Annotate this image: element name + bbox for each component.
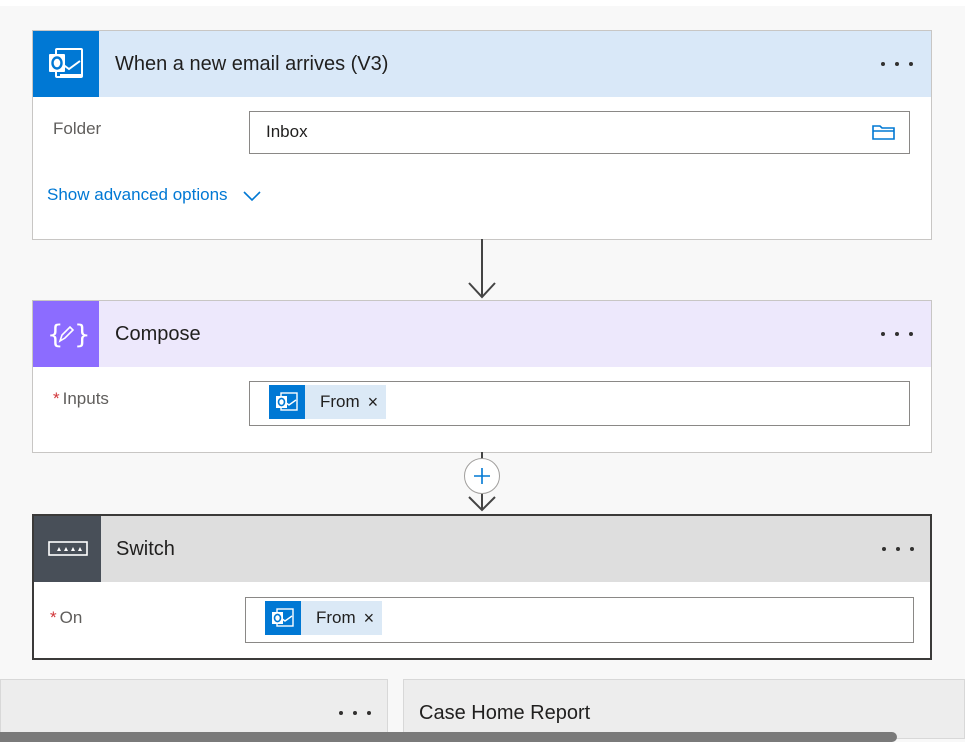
inputs-field[interactable]: From × [249,381,910,426]
outlook-icon [33,31,99,97]
required-marker: * [53,389,60,408]
switch-card: Switch * On From × [32,514,932,660]
outlook-token-icon [269,385,305,419]
from-token-label: From [316,608,356,627]
compose-card-title: Compose [115,323,201,345]
compose-card: { } Compose *Inputs From × [32,300,932,453]
compose-more-options-button[interactable] [877,321,917,347]
case-card-title: Case Home Report [419,702,591,724]
folder-field[interactable]: Inbox [249,111,910,154]
compose-card-header[interactable]: { } Compose [33,301,931,367]
show-advanced-options-link[interactable]: Show advanced options [47,185,262,205]
from-token[interactable]: From × [265,601,383,635]
compose-icon: { } [33,301,99,367]
inputs-label-text: Inputs [62,389,109,408]
svg-text:}: } [74,320,88,350]
from-token[interactable]: From × [269,385,387,419]
on-label-text: On [59,608,83,627]
trigger-card-header[interactable]: When a new email arrives (V3) [33,31,931,97]
remove-token-icon[interactable]: × [362,601,383,635]
on-label: * On [50,608,82,628]
folder-label: Folder [53,119,102,138]
inputs-label: * Inputs [53,389,109,409]
flow-arrow-1 [468,239,496,299]
switch-card-header[interactable]: Switch [34,516,930,582]
show-advanced-options-label: Show advanced options [47,185,228,204]
trigger-more-options-button[interactable] [877,51,917,77]
folder-picker-icon[interactable] [871,122,897,147]
switch-icon [34,516,101,582]
outlook-token-icon [265,601,301,635]
on-field[interactable]: From × [245,597,914,643]
from-token-label: From [320,392,360,411]
plus-icon [474,468,490,484]
svg-text:{: { [47,320,64,350]
trigger-card-title: When a new email arrives (V3) [115,53,389,75]
top-strip [0,0,965,6]
switch-card-title: Switch [116,538,175,560]
switch-more-options-button[interactable] [878,536,918,562]
required-marker: * [50,608,57,627]
remove-token-icon[interactable]: × [366,385,387,419]
case-card-right[interactable]: Case Home Report [403,679,965,739]
add-step-button[interactable] [464,458,500,494]
case-left-more-options-button[interactable] [335,700,375,726]
trigger-card: When a new email arrives (V3) Folder Inb… [32,30,932,240]
folder-value: Inbox [266,122,308,141]
case-card-left[interactable] [0,679,388,739]
horizontal-scrollbar[interactable] [0,732,897,742]
chevron-down-icon [243,190,261,201]
